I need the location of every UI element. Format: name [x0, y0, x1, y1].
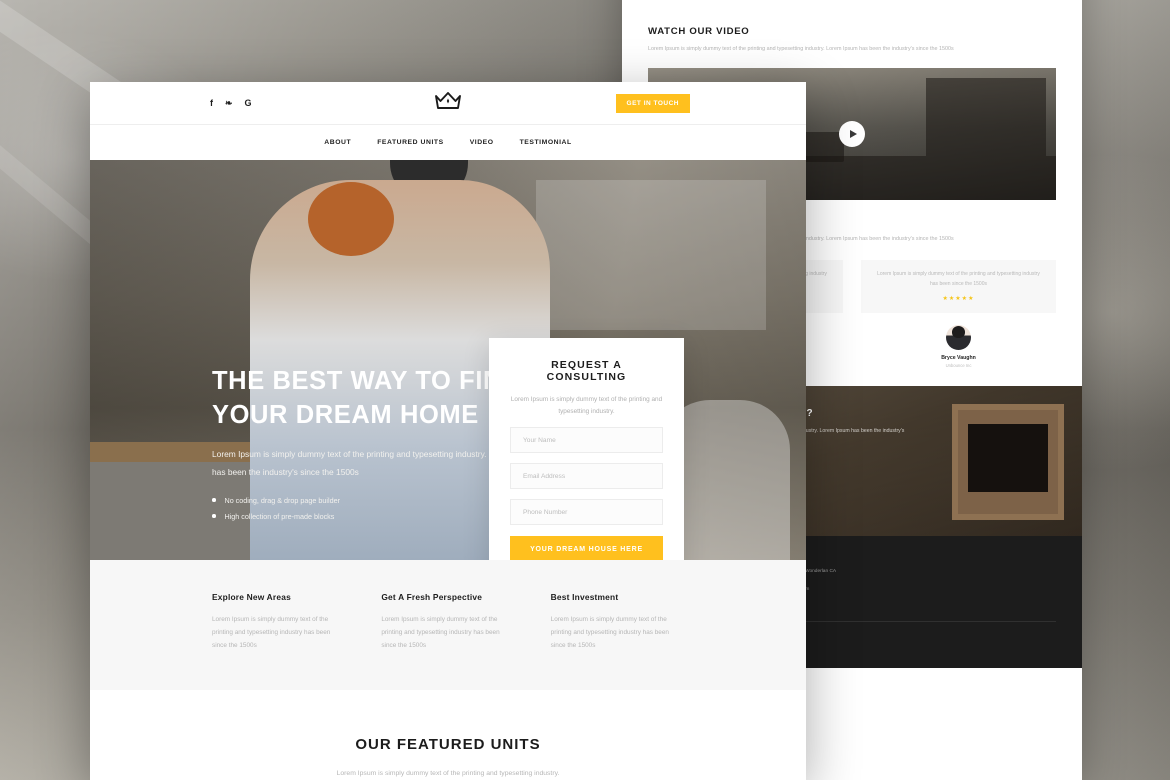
feature-column: Best Investment Lorem Ipsum is simply du…: [551, 592, 684, 652]
facebook-icon[interactable]: f: [210, 98, 213, 108]
watch-video-title: WATCH OUR VIDEO: [648, 26, 750, 37]
hero-section: THE BEST WAY TO FIND YOUR DREAM HOME Lor…: [90, 160, 806, 560]
watch-video-body: Lorem Ipsum is simply dummy text of the …: [648, 46, 954, 52]
feature-title: Get A Fresh Perspective: [381, 592, 483, 602]
hair-decor: [308, 182, 394, 256]
avatar: [946, 325, 971, 350]
author-role: Unbounce Inc: [945, 363, 972, 368]
feature-column: Explore New Areas Lorem Ipsum is simply …: [212, 592, 345, 652]
consulting-form: REQUEST A CONSULTING Lorem Ipsum is simp…: [489, 338, 684, 560]
nav-item-featured-units[interactable]: FEATURED UNITS: [377, 139, 443, 146]
feature-title: Explore New Areas: [212, 592, 291, 602]
form-description: Lorem Ipsum is simply dummy text of the …: [510, 396, 663, 415]
email-field[interactable]: [510, 463, 663, 490]
nav-item-about[interactable]: ABOUT: [324, 139, 351, 146]
author-name: Bryce Vaughn: [941, 355, 976, 361]
crown-logo-icon[interactable]: [434, 90, 462, 116]
phone-field[interactable]: [510, 499, 663, 526]
feature-body: Lorem Ipsum is simply dummy text of the …: [212, 616, 331, 649]
featured-units-title: OUR FEATURED UNITS: [355, 736, 541, 754]
play-icon[interactable]: [839, 121, 865, 147]
primary-page-mockup: f ❧ G GET IN TOUCH ABOUT FEATURED UNITS …: [90, 82, 806, 780]
featured-units-line1: Lorem Ipsum is simply dummy text of the …: [336, 770, 560, 778]
fireplace-decor: [952, 404, 1064, 520]
features-section: Explore New Areas Lorem Ipsum is simply …: [90, 560, 806, 691]
form-title: REQUEST A CONSULTING: [546, 359, 627, 383]
form-submit-button[interactable]: YOUR DREAM HOUSE HERE: [510, 536, 663, 560]
top-bar: f ❧ G GET IN TOUCH: [90, 82, 806, 124]
property-specs-strip: Floors:3 Bathrooms:2 Rooms:6 Area:260m F…: [622, 0, 1082, 10]
google-icon[interactable]: G: [245, 98, 252, 108]
rating-stars-icon: ★★★★★: [942, 296, 975, 302]
feature-title: Best Investment: [550, 592, 619, 602]
testimonial-author: Bryce Vaughn Unbounce Inc: [861, 325, 1056, 368]
feature-body: Lorem Ipsum is simply dummy text of the …: [550, 616, 669, 649]
feature-body: Lorem Ipsum is simply dummy text of the …: [381, 616, 500, 649]
hero-bullet-label: High collection of pre-made blocks: [224, 511, 335, 521]
get-in-touch-button[interactable]: GET IN TOUCH: [615, 93, 690, 113]
twitter-icon[interactable]: ❧: [225, 98, 233, 108]
featured-units-section: OUR FEATURED UNITS Lorem Ipsum is simply…: [90, 690, 806, 780]
hero-bullet-label: No coding, drag & drop page builder: [224, 495, 340, 505]
main-nav: ABOUT FEATURED UNITS VIDEO TESTIMONIAL: [90, 124, 806, 160]
video-wall-decor: [926, 78, 1046, 156]
feature-column: Get A Fresh Perspective Lorem Ipsum is s…: [381, 592, 514, 652]
social-links: f ❧ G: [210, 98, 252, 108]
testimonial-card: Lorem Ipsum is simply dummy text of the …: [861, 260, 1056, 313]
nav-item-testimonial[interactable]: TESTIMONIAL: [520, 139, 572, 146]
name-field[interactable]: [510, 427, 663, 454]
testimonial-quote: Lorem Ipsum is simply dummy text of the …: [877, 271, 1040, 287]
nav-item-video[interactable]: VIDEO: [470, 139, 494, 146]
window-decor: [536, 180, 766, 330]
